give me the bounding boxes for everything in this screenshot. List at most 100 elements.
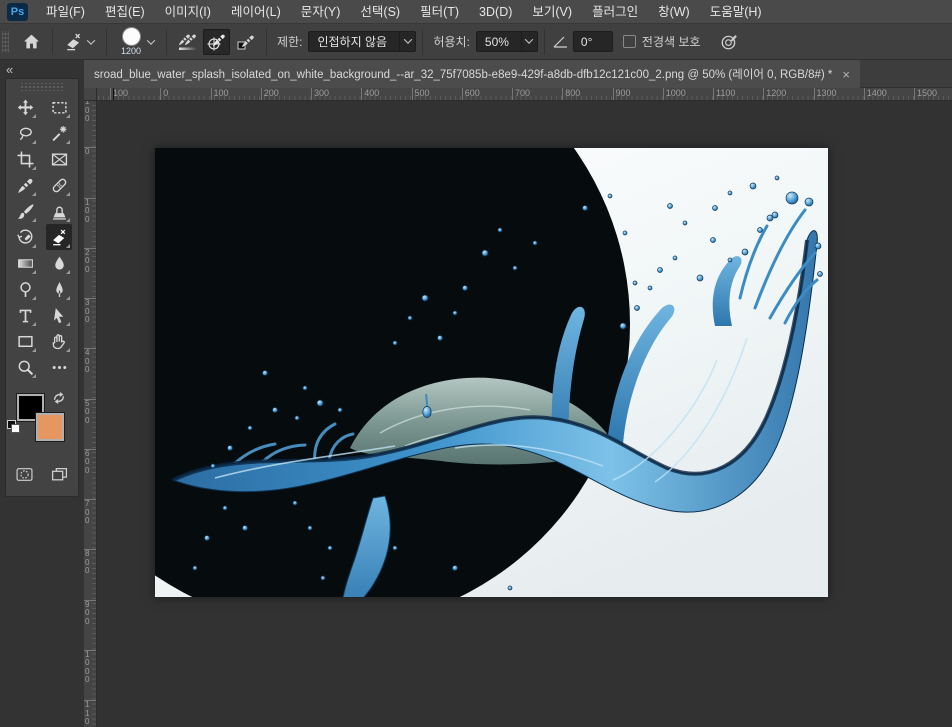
menu-edit[interactable]: 편집(E) [95,0,155,24]
document-tab-bar: sroad_blue_water_splash_isolated_on_whit… [84,60,952,88]
crop-tool-button[interactable] [12,146,38,172]
screen-mode-button[interactable] [51,466,68,486]
panel-drag-handle[interactable] [20,83,64,91]
crop-icon [17,151,34,168]
healing-brush-tool-button[interactable] [46,172,72,198]
tools-dock: « [0,60,84,727]
v-ruler-label: 1 0 0 0 [84,649,96,685]
h-ruler-label: 900 [612,88,631,100]
hand-icon [51,333,68,350]
rectangle-tool-button[interactable] [12,328,38,354]
tool-options-bar: 1200 제한: 인접하지 않음 허용치: 50% 0° 전경색 보호 [0,24,952,60]
clone-stamp-tool-button[interactable] [46,198,72,224]
horizontal-ruler[interactable]: 100 0 100 200 300 400 500 600 700 800 900 1000 1100 1… [84,88,952,101]
sampling-background-swatch-button[interactable] [232,29,259,55]
h-ruler-label: 1300 [813,88,837,100]
h-ruler-label: 1000 [662,88,686,100]
quick-selection-tool-button[interactable] [46,120,72,146]
vertical-ruler[interactable]: 1 0 0 0 1 0 0 2 0 0 3 0 0 4 0 0 5 0 0 6 0 0 7 0 … [84,101,97,727]
move-icon [17,99,34,116]
select-icon [51,307,68,324]
angle-field[interactable]: 0° [572,31,613,52]
menu-window[interactable]: 창(W) [648,0,700,24]
pen-tool-button[interactable] [46,276,72,302]
v-ruler-label: 1 1 0 0 [84,700,96,727]
h-ruler-label: 800 [562,88,580,100]
type-icon [17,307,34,324]
color-wells [7,391,74,450]
protect-foreground-checkbox[interactable] [622,35,636,48]
v-ruler-label: 3 0 0 [84,298,96,325]
history-brush-tool-button[interactable] [12,224,38,250]
zoom-tool-button[interactable] [12,354,38,380]
menu-layer[interactable]: 레이어(L) [221,0,291,24]
limit-dropdown[interactable]: 인접하지 않음 [308,31,417,52]
tool-preset-picker[interactable] [59,28,100,56]
protect-foreground-option[interactable]: 전경색 보호 [622,33,700,50]
type-tool-button[interactable] [12,302,38,328]
rect-icon [17,333,34,350]
menu-filter[interactable]: 필터(T) [410,0,469,24]
v-ruler-label: 1 0 0 [84,197,96,225]
path-selection-tool-button[interactable] [46,302,72,328]
collapse-panel-button[interactable]: « [6,62,13,77]
angle-icon [553,36,567,48]
gradient-tool-button[interactable] [12,250,38,276]
ruler-cursor-marker [113,88,114,100]
menu-3d[interactable]: 3D(D) [469,0,522,24]
chevron-down-icon [86,35,96,45]
frame-tool-button[interactable] [46,146,72,172]
move-tool-button[interactable] [12,94,38,120]
clone-icon [51,203,68,220]
v-ruler-label: 6 0 0 [84,448,96,476]
close-icon[interactable]: × [842,68,850,81]
tolerance-dropdown[interactable]: 50% [475,31,538,52]
toolbar-panel [5,78,79,497]
eyedropper-tool-button[interactable] [12,172,38,198]
tolerance-label: 허용치: [433,35,470,49]
menu-type[interactable]: 문자(Y) [291,0,351,24]
home-button[interactable] [17,28,46,56]
h-ruler-label: 500 [411,88,430,100]
dodge-tool-button[interactable] [12,276,38,302]
photoshop-window: Ps 파일(F) 편집(E) 이미지(I) 레이어(L) 문자(Y) 선택(S) 필터(T)… [0,0,952,727]
brush-icon [17,203,34,220]
brush-pressure-toggle[interactable] [714,28,744,56]
separator [266,28,268,55]
swap-colors-icon[interactable] [52,391,66,408]
h-ruler-label: 200 [260,88,279,100]
v-ruler-label: 4 0 0 [84,348,96,375]
sampling-once-button[interactable] [203,28,231,55]
hand-tool-button[interactable] [46,328,72,354]
document-canvas[interactable] [155,148,828,597]
marquee-tool-button[interactable] [46,94,72,120]
menu-file[interactable]: 파일(F) [36,0,95,24]
sampling-continuous-button[interactable] [174,29,201,55]
brush-size-picker[interactable]: 1200 [113,27,160,56]
separator [543,28,545,55]
edit-toolbar-button[interactable] [46,354,72,380]
brush-tool-button[interactable] [12,198,38,224]
blur-tool-button[interactable] [46,250,72,276]
photoshop-logo[interactable]: Ps [7,2,28,21]
document-tab[interactable]: sroad_blue_water_splash_isolated_on_whit… [84,60,860,88]
limit-label: 제한: [277,35,303,49]
quick-mask-button[interactable] [16,466,33,486]
menu-help[interactable]: 도움말(H) [700,0,772,24]
h-ruler-label: 400 [361,88,379,100]
menu-select[interactable]: 선택(S) [350,0,410,24]
separator [422,28,424,55]
background-eraser-tool-button[interactable] [46,224,72,250]
menu-image[interactable]: 이미지(I) [155,0,221,24]
default-colors-icon[interactable] [7,420,21,434]
h-ruler-label: 1100 [713,88,735,100]
menu-view[interactable]: 보기(V) [522,0,582,24]
history-icon [17,229,34,246]
options-bar-grip[interactable] [2,30,9,53]
lasso-tool-button[interactable] [12,120,38,146]
background-color-swatch[interactable] [35,412,65,442]
h-ruler-label: 0 [160,88,168,100]
chevron-down-icon [146,35,156,45]
h-ruler-label: 1200 [763,88,786,100]
menu-plugins[interactable]: 플러그인 [582,0,648,24]
